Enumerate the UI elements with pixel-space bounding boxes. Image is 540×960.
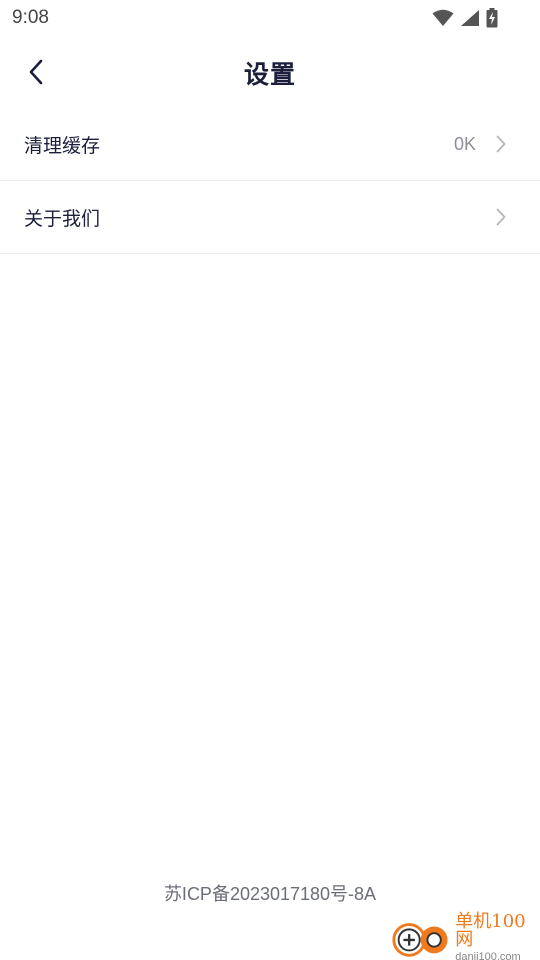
watermark-text: 单机100网 danji100.com [455, 913, 540, 960]
signal-icon [460, 9, 480, 27]
settings-item-label: 关于我们 [24, 207, 101, 230]
status-bar: 9:08 [0, 0, 540, 36]
back-button[interactable] [16, 54, 56, 94]
status-time: 9:08 [12, 7, 49, 28]
chevron-right-icon [496, 208, 506, 226]
settings-item-clear-cache[interactable]: 清理缓存 0K [0, 108, 540, 181]
chevron-right-icon [496, 135, 506, 153]
header: 设置 [0, 44, 540, 102]
watermark-url: danji100.com [455, 951, 521, 960]
settings-item-about-us[interactable]: 关于我们 [0, 181, 540, 254]
danji-logo-icon [392, 923, 448, 957]
settings-item-label: 清理缓存 [24, 134, 101, 157]
page-title: 设置 [243, 60, 296, 89]
status-icons [432, 8, 498, 28]
icp-record-text: 苏ICP备2023017180号-8A [163, 884, 377, 904]
cache-size-value: 0K [453, 133, 476, 154]
settings-screen: 9:08 设置 清理缓存 0K 关于我们 苏ICP备2023017180号-8A… [0, 0, 540, 960]
settings-list: 清理缓存 0K 关于我们 [0, 108, 540, 254]
watermark: 单机100网 danji100.com [390, 913, 540, 960]
battery-charging-icon [486, 8, 498, 28]
watermark-brand: 单机100网 [455, 911, 526, 950]
wifi-icon [432, 9, 454, 27]
chevron-left-icon [28, 59, 44, 89]
